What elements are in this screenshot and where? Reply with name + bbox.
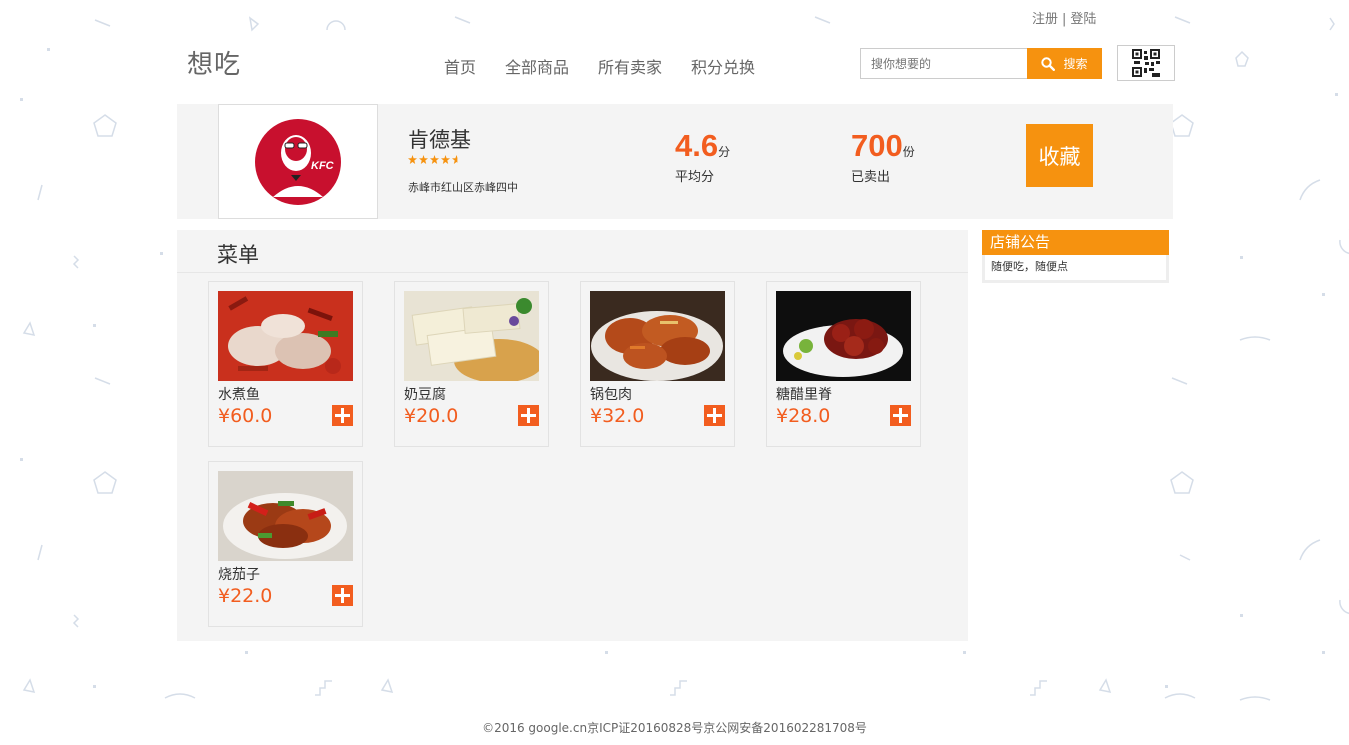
shop-logo[interactable]: KFC — [218, 104, 378, 219]
dish-photo — [218, 291, 353, 381]
dish-price: ¥20.0 — [404, 405, 459, 427]
dish-name: 糖醋里脊 — [776, 387, 832, 403]
star-icon — [441, 155, 450, 164]
dish-photo — [590, 291, 725, 381]
footer-copyright: ©2016 google.cn京ICP证20160828号京公网安备201602… — [482, 721, 867, 735]
dish-name: 奶豆腐 — [404, 387, 446, 403]
dish-price: ¥22.0 — [218, 585, 273, 607]
dish-name: 锅包肉 — [590, 387, 632, 403]
login-link[interactable]: 登陆 — [1070, 12, 1096, 27]
shop-name: 肯德基 — [408, 128, 471, 152]
add-to-cart-button[interactable] — [518, 405, 539, 426]
search-button[interactable]: 搜索 — [1027, 48, 1102, 79]
dish-name: 水煮鱼 — [218, 387, 260, 403]
dish-card[interactable]: 水煮鱼 ¥60.0 — [208, 281, 363, 447]
star-icon — [419, 155, 428, 164]
add-to-cart-button[interactable] — [890, 405, 911, 426]
add-to-cart-button[interactable] — [704, 405, 725, 426]
dish-card[interactable]: 奶豆腐 ¥20.0 — [394, 281, 549, 447]
rating-stars — [408, 155, 461, 164]
dish-card[interactable]: 糖醋里脊 ¥28.0 — [766, 281, 921, 447]
store-notice-title: 店铺公告 — [982, 230, 1169, 255]
nav-home[interactable]: 首页 — [444, 54, 476, 78]
sold-unit: 份 — [902, 145, 915, 159]
star-icon — [430, 155, 439, 164]
search-button-label: 搜索 — [1063, 57, 1088, 71]
plus-icon — [335, 408, 350, 423]
plus-icon — [335, 588, 350, 603]
dish-price: ¥28.0 — [776, 405, 831, 427]
plus-icon — [707, 408, 722, 423]
plus-icon — [893, 408, 908, 423]
search-icon — [1041, 56, 1056, 71]
store-notice-text: 随便吃，随便点 — [982, 255, 1169, 283]
kfc-logo-text: KFC — [311, 160, 335, 172]
dish-photo — [404, 291, 539, 381]
nav-points-exchange[interactable]: 积分兑换 — [691, 54, 755, 78]
dish-name: 烧茄子 — [218, 567, 260, 583]
qr-code-button[interactable] — [1117, 45, 1175, 81]
add-to-cart-button[interactable] — [332, 405, 353, 426]
sold-stat: 700份 已卖出 — [851, 128, 915, 185]
auth-links: 注册 | 登陆 — [1032, 8, 1096, 27]
shop-address: 赤峰市红山区赤峰四中 — [408, 181, 518, 194]
avg-score-unit: 分 — [718, 145, 731, 159]
menu-divider — [177, 272, 968, 273]
dish-card[interactable]: 烧茄子 ¥22.0 — [208, 461, 363, 627]
dish-price: ¥60.0 — [218, 405, 273, 427]
auth-separator: | — [1062, 12, 1067, 27]
avg-score-stat: 4.6分 平均分 — [675, 128, 730, 185]
sold-label: 已卖出 — [851, 170, 891, 185]
search-bar: 搜索 — [860, 48, 1102, 79]
nav-all-products[interactable]: 全部商品 — [505, 54, 569, 78]
avg-score-label: 平均分 — [675, 170, 715, 185]
qr-code-icon — [1132, 49, 1160, 77]
dish-price: ¥32.0 — [590, 405, 645, 427]
star-icon — [408, 155, 417, 164]
kfc-logo-icon: KFC — [255, 118, 341, 205]
main-nav: 首页 全部商品 所有卖家 积分兑换 — [444, 54, 755, 78]
menu-title: 菜单 — [217, 243, 259, 267]
site-logo[interactable]: 想吃 — [187, 44, 241, 81]
menu-panel: 菜单 水煮鱼 ¥60.0 奶豆腐 ¥20.0 锅包肉 ¥32.0 糖醋里脊 ¥2… — [177, 230, 968, 641]
sold-value: 700 — [851, 128, 903, 163]
dish-photo — [218, 471, 353, 561]
register-link[interactable]: 注册 — [1032, 12, 1058, 27]
avg-score-value: 4.6 — [675, 128, 719, 163]
plus-icon — [521, 408, 536, 423]
favorite-button[interactable]: 收藏 — [1026, 124, 1093, 187]
search-input[interactable] — [860, 48, 1027, 79]
dish-card[interactable]: 锅包肉 ¥32.0 — [580, 281, 735, 447]
nav-all-sellers[interactable]: 所有卖家 — [598, 54, 662, 78]
shop-info-bar: KFC 肯德基 赤峰市红山区赤峰四中 4.6分 平均分 700份 已卖出 收藏 — [177, 104, 1173, 219]
store-notice: 店铺公告 随便吃，随便点 — [982, 230, 1169, 283]
half-star-icon — [452, 155, 461, 164]
add-to-cart-button[interactable] — [332, 585, 353, 606]
dish-photo — [776, 291, 911, 381]
